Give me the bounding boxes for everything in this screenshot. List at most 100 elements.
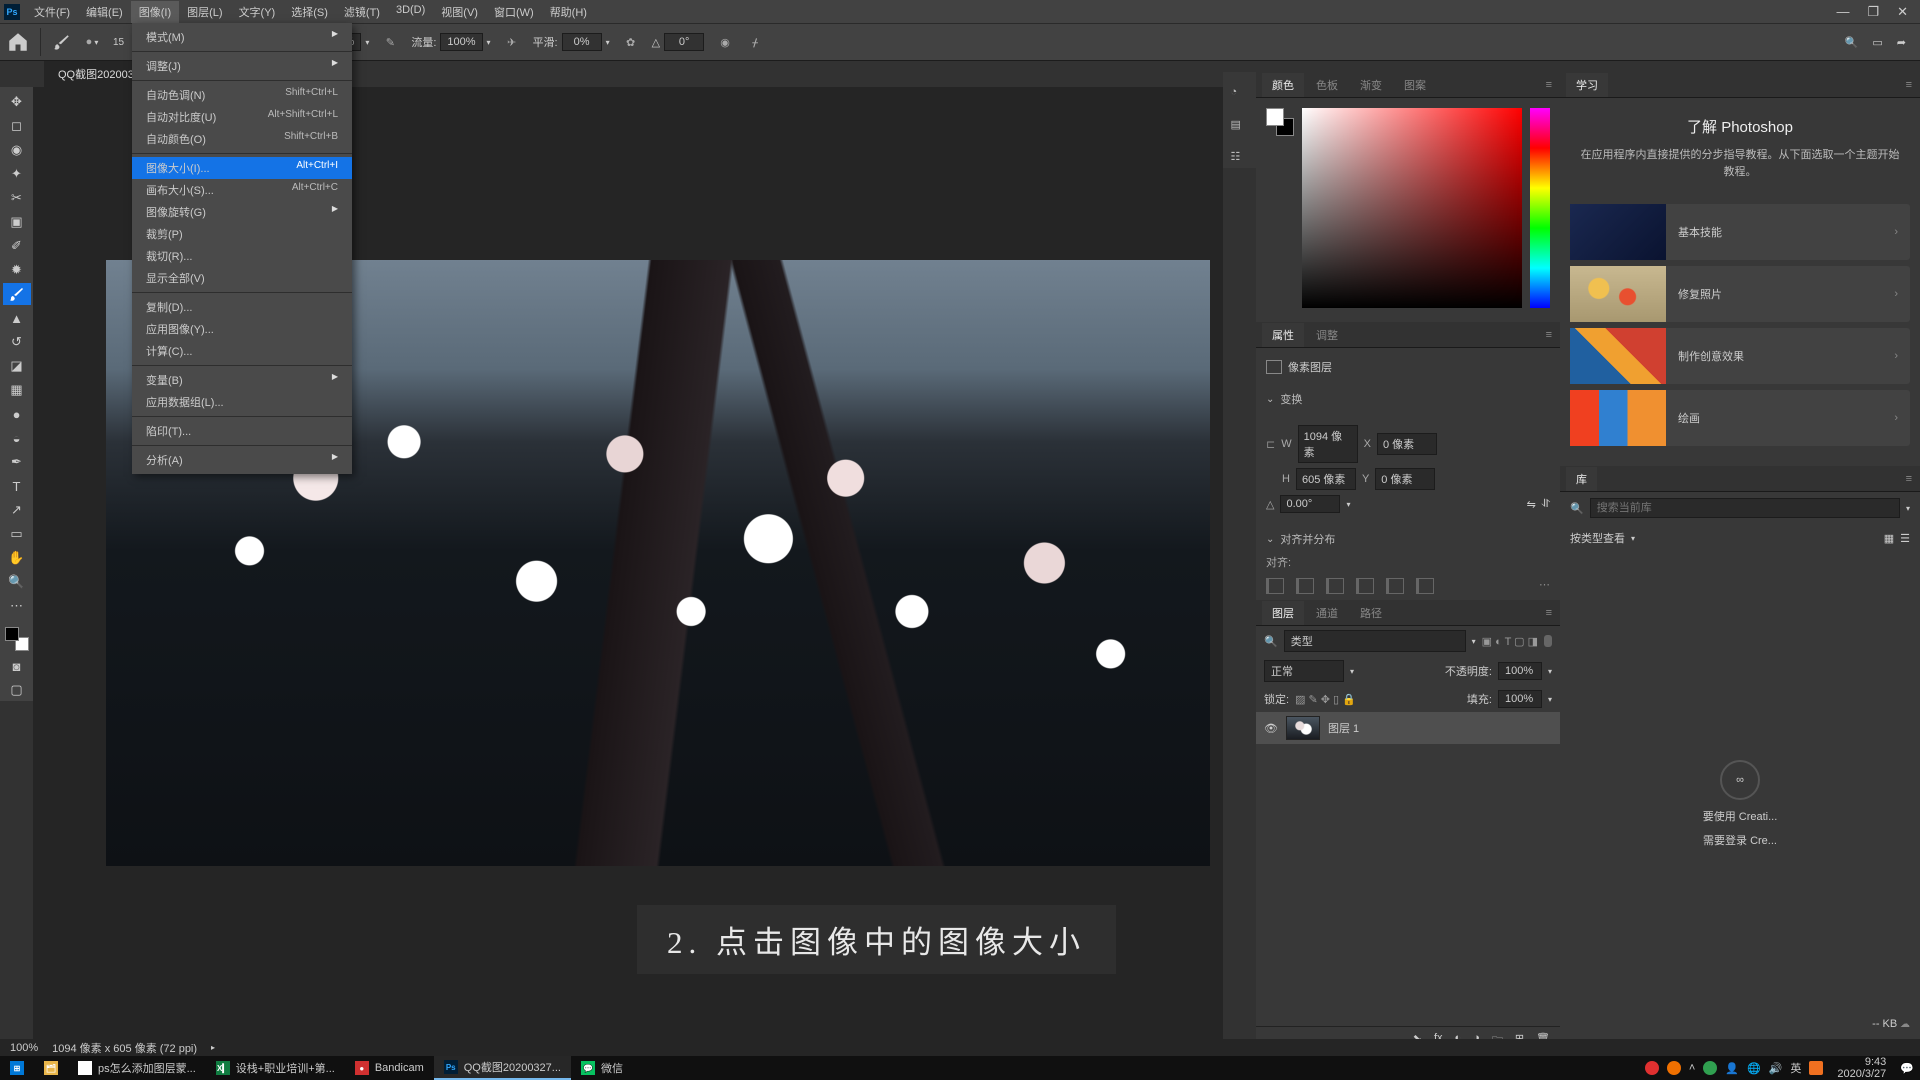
angle-field[interactable]: △ 0° — [652, 33, 704, 51]
menu-e[interactable]: 编辑(E) — [78, 1, 131, 23]
taskbar-item-win[interactable]: ⊞ — [0, 1056, 34, 1080]
tray-chevron-icon[interactable]: ˄ — [1689, 1062, 1695, 1074]
menu-t[interactable]: 滤镜(T) — [336, 1, 388, 23]
layer-opacity-input[interactable]: 100% — [1498, 662, 1542, 680]
layer-row[interactable]: 👁 图层 1 — [1256, 712, 1560, 744]
taskbar-item-bandicam[interactable]: ●Bandicam — [345, 1056, 434, 1080]
panel-menu-icon[interactable]: ≡ — [1538, 329, 1560, 341]
menu-item[interactable]: 图像旋转(G) — [132, 201, 352, 223]
tab-learn[interactable]: 学习 — [1566, 73, 1608, 97]
taskbar-item-excel[interactable]: X▎设栈+职业培训+第... — [206, 1056, 345, 1080]
filter-toggle[interactable] — [1544, 635, 1552, 647]
align-left-icon[interactable] — [1266, 578, 1284, 594]
angle-input[interactable]: 0.00° — [1280, 495, 1340, 513]
history-brush-icon[interactable]: ↺ — [3, 331, 31, 353]
taskbar-item-wechat[interactable]: 💬微信 — [571, 1056, 633, 1080]
search-dropdown-icon[interactable]: ▾ — [1906, 504, 1910, 513]
color-swatches[interactable] — [3, 625, 31, 653]
wand-tool-icon[interactable]: ✦ — [3, 163, 31, 185]
zoom-tool-icon[interactable]: 🔍 — [3, 571, 31, 593]
color-picker[interactable] — [1256, 98, 1560, 322]
eraser-tool-icon[interactable]: ◪ — [3, 355, 31, 377]
gradient-tool-icon[interactable]: ▦ — [3, 379, 31, 401]
flow-field[interactable]: 流量: 100%▾ — [411, 33, 490, 51]
list-view-icon[interactable]: ☰ — [1900, 532, 1910, 545]
panel-menu-icon[interactable]: ≡ — [1538, 79, 1560, 91]
tab-patterns[interactable]: 图案 — [1394, 73, 1436, 97]
home-icon[interactable] — [8, 32, 28, 52]
align-bottom-icon[interactable] — [1416, 578, 1434, 594]
tab-paths[interactable]: 路径 — [1350, 601, 1392, 625]
tutorial-item[interactable]: 基本技能 › — [1570, 204, 1910, 260]
hand-tool-icon[interactable]: ✋ — [3, 547, 31, 569]
brush-tool-icon[interactable] — [3, 283, 31, 305]
x-input[interactable]: 0 像素 — [1377, 433, 1437, 455]
tray-wechat-icon[interactable] — [1703, 1061, 1717, 1075]
panel-menu-icon[interactable]: ≡ — [1538, 607, 1560, 619]
library-search-input[interactable] — [1590, 498, 1900, 518]
menu-item[interactable]: 自动色调(N)Shift+Ctrl+L — [132, 84, 352, 106]
blur-tool-icon[interactable]: ● — [3, 403, 31, 425]
pen-tool-icon[interactable]: ✒ — [3, 451, 31, 473]
picker-swatches[interactable] — [1266, 108, 1294, 136]
workspace-icon[interactable]: ▭ — [1872, 36, 1882, 49]
menu-dd[interactable]: 3D(D) — [388, 1, 433, 23]
tray-people-icon[interactable]: 👤 — [1725, 1062, 1739, 1075]
visibility-icon[interactable]: 👁 — [1264, 722, 1278, 735]
pressure-size-icon[interactable]: ◉ — [716, 33, 734, 51]
heal-tool-icon[interactable]: ✹ — [3, 259, 31, 281]
taskbar-item-ps[interactable]: PsQQ截图20200327... — [434, 1056, 571, 1080]
tab-properties[interactable]: 属性 — [1262, 323, 1304, 347]
path-tool-icon[interactable]: ↗ — [3, 499, 31, 521]
color-field[interactable] — [1302, 108, 1522, 308]
notifications-icon[interactable]: 💬 — [1900, 1062, 1914, 1075]
tab-swatches[interactable]: 色板 — [1306, 73, 1348, 97]
eyedropper-tool-icon[interactable]: ✐ — [3, 235, 31, 257]
menu-v[interactable]: 视图(V) — [433, 1, 486, 23]
crop-tool-icon[interactable]: ✂ — [3, 187, 31, 209]
tutorial-item[interactable]: 制作创意效果 › — [1570, 328, 1910, 384]
maximize-icon[interactable]: ❐ — [1867, 4, 1879, 20]
taskbar-clock[interactable]: 9:432020/3/27 — [1831, 1056, 1892, 1080]
menu-y[interactable]: 文字(Y) — [231, 1, 284, 23]
align-section[interactable]: 对齐并分布 — [1256, 526, 1560, 552]
layer-thumbnail[interactable] — [1286, 716, 1320, 740]
grid-view-icon[interactable]: ▦ — [1884, 532, 1894, 545]
taskbar-item-files[interactable]: 🗂 — [34, 1056, 68, 1080]
blend-mode-select[interactable]: 正常 — [1264, 660, 1344, 682]
tray-icon[interactable] — [1667, 1061, 1681, 1075]
library-view-mode[interactable]: 按类型查看 — [1570, 530, 1625, 546]
swatches-panel-icon[interactable]: ☷ — [1231, 150, 1249, 168]
brush-preset-dropdown[interactable]: ●▾ — [83, 33, 101, 51]
menu-item[interactable]: 模式(M) — [132, 26, 352, 48]
dodge-tool-icon[interactable]: ◒ — [3, 427, 31, 449]
align-top-icon[interactable] — [1356, 578, 1374, 594]
fill-input[interactable]: 100% — [1498, 690, 1542, 708]
menu-item[interactable]: 变量(B) — [132, 369, 352, 391]
tab-adjustments[interactable]: 调整 — [1306, 323, 1348, 347]
panel-menu-icon[interactable]: ≡ — [1898, 473, 1920, 485]
minimize-icon[interactable]: — — [1836, 4, 1849, 19]
menu-item[interactable]: 图像大小(I)...Alt+Ctrl+I — [132, 157, 352, 179]
height-input[interactable]: 605 像素 — [1296, 468, 1356, 490]
tray-record-icon[interactable] — [1645, 1061, 1659, 1075]
menu-item[interactable]: 复制(D)... — [132, 296, 352, 318]
menu-f[interactable]: 文件(F) — [26, 1, 78, 23]
panel-menu-icon[interactable]: ≡ — [1898, 79, 1920, 91]
hue-slider[interactable] — [1530, 108, 1550, 308]
layer-filter-kind[interactable]: 类型 — [1284, 630, 1466, 652]
frame-tool-icon[interactable]: ▣ — [3, 211, 31, 233]
menu-l[interactable]: 图层(L) — [179, 1, 230, 23]
shape-tool-icon[interactable]: ▭ — [3, 523, 31, 545]
tray-volume-icon[interactable]: 🔊 — [1769, 1062, 1783, 1075]
search-icon[interactable]: 🔍 — [1570, 502, 1584, 515]
taskbar-item-chrome[interactable]: ◎ps怎么添加图层蒙... — [68, 1056, 206, 1080]
smoothing-options-icon[interactable]: ✿ — [622, 33, 640, 51]
close-icon[interactable]: ✕ — [1897, 4, 1908, 20]
layer-name[interactable]: 图层 1 — [1328, 720, 1359, 736]
symmetry-icon[interactable]: ᚋ — [746, 33, 764, 51]
tutorial-item[interactable]: 修复照片 › — [1570, 266, 1910, 322]
ime-indicator[interactable]: 英 — [1790, 1060, 1801, 1076]
y-input[interactable]: 0 像素 — [1375, 468, 1435, 490]
menu-item[interactable]: 裁切(R)... — [132, 245, 352, 267]
